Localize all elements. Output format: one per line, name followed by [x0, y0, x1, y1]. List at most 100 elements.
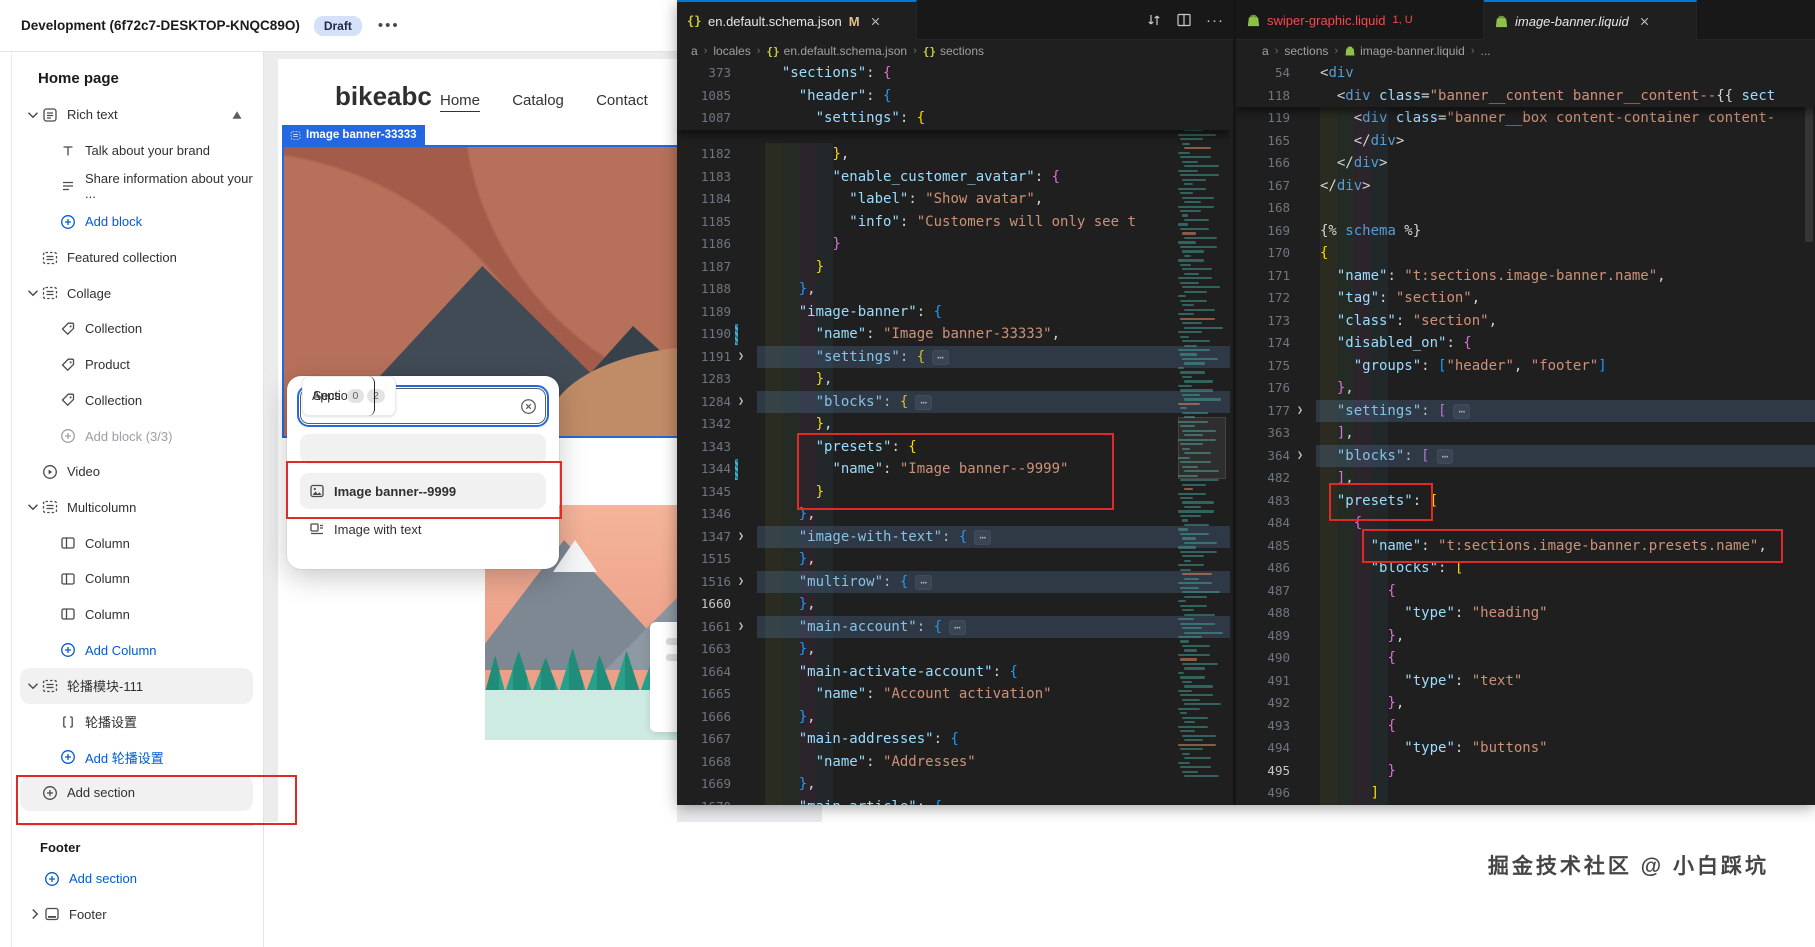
folded-region-badge[interactable]: ⋯	[1453, 403, 1471, 419]
code-line[interactable]: 1343 "presets": {	[677, 436, 1230, 459]
code-line[interactable]: 487 {	[1236, 580, 1815, 603]
code-line[interactable]: 1664 "main-activate-account": {	[677, 661, 1230, 684]
breadcrumb-item[interactable]: {} en.default.schema.json	[766, 44, 907, 58]
code-line[interactable]: 166 </div>	[1236, 152, 1815, 175]
sidebar-item[interactable]: Featured collection	[20, 240, 253, 276]
code-line[interactable]: 488 "type": "heading"	[1236, 602, 1815, 625]
code-line[interactable]: 493 {	[1236, 715, 1815, 738]
code-line[interactable]: 1347 ❯ "image-with-text": {⋯	[677, 525, 1230, 549]
sidebar-item[interactable]: Add block (3/3)	[20, 418, 253, 454]
code-line[interactable]: 1186 }	[677, 233, 1230, 256]
tab-swiper-graphic-liquid[interactable]: swiper-graphic.liquid 1, U	[1236, 0, 1484, 40]
sidebar-item[interactable]: Add section	[20, 775, 253, 811]
code-line[interactable]: 1085 "header": {	[677, 85, 1230, 108]
code-line[interactable]: 170 {	[1236, 242, 1815, 265]
code-line[interactable]: 485 "name": "t:sections.image-banner.pre…	[1236, 535, 1815, 558]
tab-apps[interactable]: Apps 0	[302, 376, 376, 416]
folded-region-badge[interactable]: ⋯	[932, 349, 949, 365]
breadcrumb-item[interactable]: locales	[713, 44, 750, 58]
code-line[interactable]: 176 },	[1236, 377, 1815, 400]
code-line[interactable]: 1185 "info": "Customers will only see t	[677, 211, 1230, 234]
code-line[interactable]: 491 "type": "text"	[1236, 670, 1815, 693]
code-line[interactable]: 489 },	[1236, 625, 1815, 648]
sidebar-item[interactable]: Collage	[20, 275, 253, 311]
close-tab-icon[interactable]	[869, 15, 882, 28]
code-line[interactable]: 177 ❯ "settings": [⋯	[1236, 399, 1815, 423]
fold-chevron-icon[interactable]: ❯	[1297, 400, 1303, 423]
sidebar-item[interactable]: Share information about your ...	[20, 168, 253, 204]
fold-chevron-icon[interactable]: ❯	[738, 571, 744, 594]
code-line[interactable]: 165 </div>	[1236, 130, 1815, 153]
code-line[interactable]: 1661 ❯ "main-account": {⋯	[677, 615, 1230, 639]
code-line[interactable]: 495 }	[1236, 760, 1815, 783]
folded-region-badge[interactable]: ⋯	[974, 529, 991, 545]
code-line[interactable]: 54 <div	[1236, 62, 1815, 85]
code-line[interactable]: 494 "type": "buttons"	[1236, 737, 1815, 760]
code-line[interactable]: 1666 },	[677, 706, 1230, 729]
tab-image-banner-liquid[interactable]: image-banner.liquid	[1484, 0, 1697, 40]
code-line[interactable]: 1667 "main-addresses": {	[677, 728, 1230, 751]
breadcrumb-item[interactable]: a	[1262, 44, 1269, 58]
code-line[interactable]: 1660 },	[677, 593, 1230, 616]
fold-chevron-icon[interactable]: ❯	[738, 346, 744, 369]
code-line[interactable]: 1669 },	[677, 773, 1230, 796]
breadcrumb-item[interactable]: image-banner.liquid	[1344, 44, 1465, 58]
folded-region-badge[interactable]: ⋯	[915, 394, 932, 410]
breadcrumb-item[interactable]: sections	[1284, 44, 1328, 58]
split-editor-icon[interactable]	[1176, 12, 1192, 28]
code-line[interactable]: 168	[1236, 197, 1815, 220]
chevron-right-icon[interactable]	[26, 905, 44, 923]
code-line[interactable]: 1189 "image-banner": {	[677, 301, 1230, 324]
code-line[interactable]: 490 {	[1236, 647, 1815, 670]
sidebar-item[interactable]: Video	[20, 454, 253, 490]
sidebar-item[interactable]: Collection	[20, 383, 253, 419]
minimap[interactable]	[1178, 62, 1226, 805]
code-line[interactable]: 1188 },	[677, 278, 1230, 301]
nav-link-contact[interactable]: Contact	[596, 92, 648, 109]
sidebar-item[interactable]: Talk about your brand	[20, 133, 253, 169]
sidebar-item[interactable]: Column	[20, 597, 253, 633]
clear-search-icon[interactable]	[520, 398, 537, 415]
search-result[interactable]: Image with text	[300, 511, 546, 547]
sidebar-item[interactable]: Footer	[22, 896, 251, 932]
sidebar-item[interactable]: Add block	[20, 204, 253, 240]
code-line[interactable]: 492 },	[1236, 692, 1815, 715]
code-line[interactable]: 167 </div>	[1236, 175, 1815, 198]
folded-region-badge[interactable]: ⋯	[915, 574, 932, 590]
tab-en-default-schema-json[interactable]: {} en.default.schema.json M	[677, 0, 917, 40]
sidebar-item[interactable]: Column	[20, 561, 253, 597]
code-line[interactable]: 483 "presets": [	[1236, 490, 1815, 513]
code-line[interactable]: 1342 },	[677, 413, 1230, 436]
store-logo[interactable]: bikeabc	[335, 81, 432, 112]
sidebar-item[interactable]: Product	[20, 347, 253, 383]
code-line[interactable]: 496 ]	[1236, 782, 1815, 805]
code-line[interactable]: 173 "class": "section",	[1236, 310, 1815, 333]
code-line[interactable]: 169 {% schema %}	[1236, 220, 1815, 243]
editor-image-banner-liquid[interactable]: 119 <div class="banner__box content-cont…	[1236, 62, 1815, 805]
code-line[interactable]: 1182 },	[677, 143, 1230, 166]
code-line[interactable]: 118 <div class="banner__content banner__…	[1236, 85, 1815, 108]
code-line[interactable]: 174 "disabled_on": {	[1236, 332, 1815, 355]
code-line[interactable]: 373 "sections": {	[677, 62, 1230, 85]
fold-chevron-icon[interactable]: ❯	[738, 616, 744, 639]
fold-chevron-icon[interactable]: ❯	[738, 526, 744, 549]
code-line[interactable]: 364 ❯ "blocks": [⋯	[1236, 444, 1815, 468]
breadcrumb-item[interactable]: {} sections	[923, 44, 984, 58]
code-line[interactable]: 482 ],	[1236, 467, 1815, 490]
editor-group-divider[interactable]	[1233, 0, 1236, 805]
close-tab-icon[interactable]	[1638, 15, 1651, 28]
minimap-slider[interactable]	[1178, 417, 1226, 479]
code-line[interactable]: 486 "blocks": [	[1236, 557, 1815, 580]
sidebar-item[interactable]: 轮播模块-111	[20, 668, 253, 704]
compare-changes-icon[interactable]	[1146, 12, 1162, 28]
code-line[interactable]: 1284 ❯ "blocks": {⋯	[677, 390, 1230, 414]
sidebar-item[interactable]: Add section	[22, 861, 251, 897]
code-line[interactable]: 172 "tag": "section",	[1236, 287, 1815, 310]
code-line[interactable]: 1184 "label": "Show avatar",	[677, 188, 1230, 211]
code-line[interactable]: 1087 "settings": {	[677, 107, 1230, 130]
sidebar-item[interactable]: 轮播设置	[20, 704, 253, 740]
editor-schema-json[interactable]: 1182 }, 1183 "enable_customer_avatar": {1…	[677, 62, 1230, 805]
code-line[interactable]: 1183 "enable_customer_avatar": {	[677, 166, 1230, 189]
code-line[interactable]: 1190 "name": "Image banner-33333",	[677, 323, 1230, 346]
more-actions-icon[interactable]: ···	[1206, 12, 1224, 29]
